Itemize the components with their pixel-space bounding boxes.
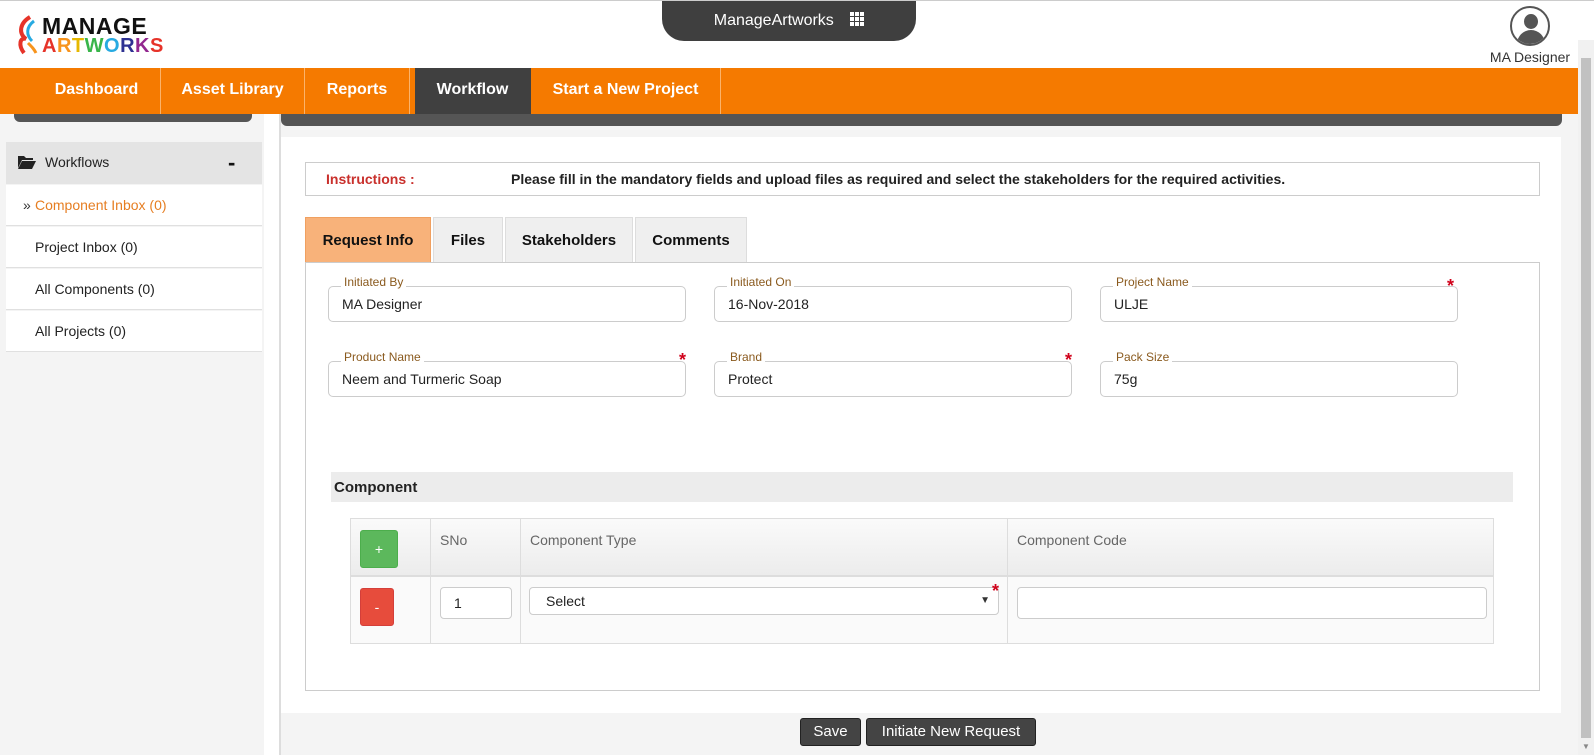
- pack-size-value: 75g: [1114, 371, 1138, 387]
- column-header-component-code: Component Code: [1017, 532, 1127, 548]
- sno-input[interactable]: 1: [440, 587, 512, 619]
- logo-letter: K: [135, 35, 150, 57]
- nav-reports[interactable]: Reports: [305, 68, 410, 114]
- sidebar-item-label: Component Inbox (0): [35, 197, 167, 213]
- product-name-label: Product Name: [341, 350, 424, 364]
- grid-icon: [850, 12, 865, 26]
- main-nav: Dashboard Asset Library Reports Workflow…: [0, 68, 1578, 114]
- initiated-by-value: MA Designer: [342, 296, 423, 312]
- nav-dashboard[interactable]: Dashboard: [33, 68, 161, 114]
- instructions-text: Please fill in the mandatory fields and …: [511, 171, 1286, 187]
- project-name-label: Project Name: [1113, 275, 1192, 289]
- brand-label: Brand: [727, 350, 766, 364]
- top-header: MANAGE ARTWORKS ManageArtworks MA Design…: [0, 0, 1594, 68]
- logo-swirl-icon: [18, 15, 38, 55]
- brand-field[interactable]: Brand Protect: [714, 350, 1072, 397]
- avatar-icon: [1510, 6, 1550, 46]
- brand-value: Protect: [728, 371, 773, 387]
- initiated-by-field[interactable]: Initiated By MA Designer: [328, 275, 686, 322]
- sidebar-item-label: All Components (0): [35, 281, 155, 297]
- component-table: + SNo Component Type Component Code - 1 …: [350, 518, 1494, 644]
- collapse-toggle[interactable]: -: [228, 150, 235, 176]
- logo-text-line2: ARTWORKS: [42, 35, 164, 58]
- app-switcher-label: ManageArtworks: [713, 12, 834, 29]
- product-name-value: Neem and Turmeric Soap: [342, 371, 502, 387]
- app-switcher[interactable]: ManageArtworks: [662, 1, 916, 41]
- logo-letter: S: [149, 35, 164, 57]
- required-marker: *: [679, 350, 687, 370]
- nav-asset-library[interactable]: Asset Library: [161, 68, 305, 114]
- pack-size-field[interactable]: Pack Size 75g: [1100, 350, 1458, 397]
- pack-size-label: Pack Size: [1113, 350, 1173, 364]
- initiated-by-label: Initiated By: [341, 275, 407, 289]
- initiate-new-request-button[interactable]: Initiate New Request: [866, 718, 1036, 746]
- logo-letter: R: [56, 35, 72, 57]
- instructions-box: Instructions : Please fill in the mandat…: [305, 162, 1540, 196]
- required-marker: *: [1447, 276, 1455, 296]
- required-marker: *: [1065, 350, 1073, 370]
- column-header-sno: SNo: [440, 532, 468, 548]
- tab-comments[interactable]: Comments: [635, 217, 747, 263]
- logo-letter: O: [104, 35, 121, 57]
- user-name: MA Designer: [1489, 49, 1571, 65]
- folder-open-icon: [18, 156, 36, 169]
- component-section-header: Component: [331, 472, 1513, 502]
- logo-letter: R: [120, 35, 136, 57]
- manageartworks-logo[interactable]: MANAGE ARTWORKS: [16, 13, 163, 59]
- tab-request-info[interactable]: Request Info: [305, 217, 431, 263]
- component-table-header: [351, 519, 1493, 577]
- tab-stakeholders[interactable]: Stakeholders: [505, 217, 633, 263]
- scrollbar-thumb[interactable]: [1581, 58, 1591, 738]
- required-marker: *: [992, 581, 1000, 601]
- scroll-down-arrow-icon[interactable]: ▼: [1582, 742, 1590, 751]
- component-type-selected: Select: [546, 593, 585, 609]
- main-top-edge: [281, 114, 1562, 126]
- initiated-on-field[interactable]: Initiated On 16-Nov-2018: [714, 275, 1072, 322]
- component-title: Component: [334, 479, 418, 496]
- instructions-label: Instructions :: [326, 171, 415, 187]
- workflows-label: Workflows: [45, 154, 110, 170]
- chevron-down-icon: ▼: [980, 595, 990, 606]
- sidebar-item-all-projects[interactable]: All Projects (0): [6, 311, 262, 352]
- component-code-input[interactable]: [1017, 587, 1487, 619]
- sidebar-top-edge: [14, 114, 252, 122]
- initiated-on-label: Initiated On: [727, 275, 795, 289]
- tab-files[interactable]: Files: [433, 217, 503, 263]
- save-button[interactable]: Save: [800, 718, 861, 746]
- remove-component-button[interactable]: -: [360, 588, 394, 626]
- sidebar-item-all-components[interactable]: All Components (0): [6, 269, 262, 310]
- sidebar-item-label: Project Inbox (0): [35, 239, 138, 255]
- add-component-button[interactable]: +: [360, 530, 398, 568]
- nav-start-new-project[interactable]: Start a New Project: [531, 68, 721, 114]
- workflows-section-header[interactable]: Workflows -: [6, 142, 262, 184]
- logo-letter: W: [84, 35, 105, 57]
- page-scrollbar[interactable]: ▼: [1578, 40, 1594, 755]
- logo-letter: A: [42, 35, 57, 57]
- user-menu[interactable]: MA Designer: [1480, 6, 1580, 65]
- component-type-select[interactable]: Select ▼: [529, 587, 999, 615]
- project-name-value: ULJE: [1114, 296, 1149, 312]
- project-name-field[interactable]: Project Name ULJE: [1100, 275, 1458, 322]
- sidebar-item-component-inbox[interactable]: » Component Inbox (0): [6, 185, 262, 226]
- column-header-component-type: Component Type: [530, 532, 637, 548]
- active-marker-icon: »: [23, 197, 31, 213]
- logo-letter: T: [71, 35, 85, 57]
- sidebar-item-label: All Projects (0): [35, 323, 127, 339]
- nav-workflow[interactable]: Workflow: [415, 68, 531, 114]
- sidebar-item-project-inbox[interactable]: Project Inbox (0): [6, 227, 262, 268]
- product-name-field[interactable]: Product Name Neem and Turmeric Soap: [328, 350, 686, 397]
- initiated-on-value: 16-Nov-2018: [728, 296, 809, 312]
- sidebar: Workflows - » Component Inbox (0) Projec…: [0, 114, 264, 755]
